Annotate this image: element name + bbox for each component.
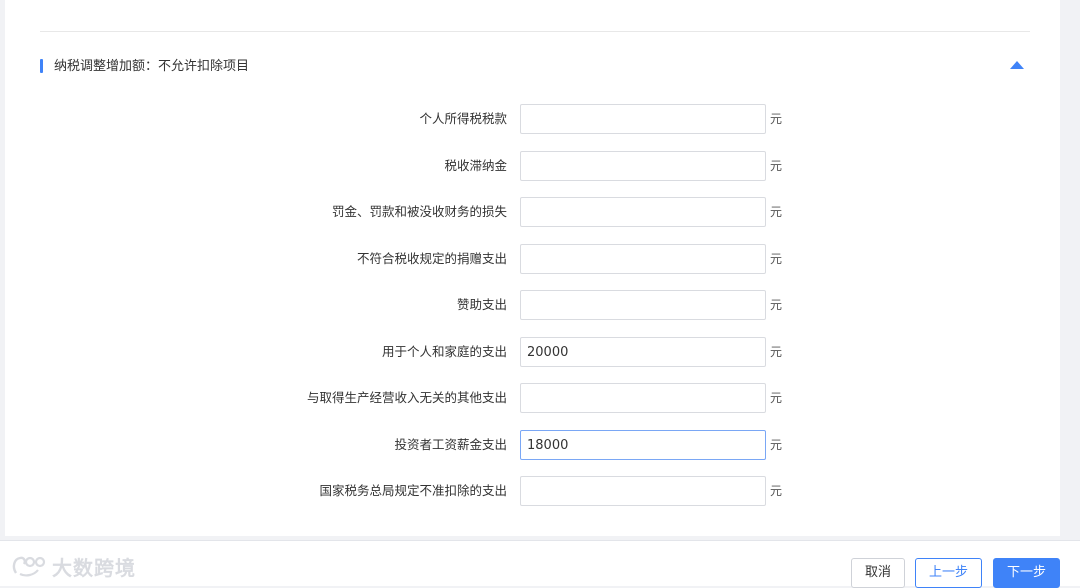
unit-label: 元 [770, 391, 783, 405]
unit-label: 元 [770, 205, 783, 219]
field-label: 与取得生产经营收入无关的其他支出 [306, 390, 507, 405]
section-header: 纳税调整增加额：不允许扣除项目 [40, 58, 1030, 76]
field-label: 税收滞纳金 [444, 158, 507, 173]
donation-input[interactable] [520, 244, 766, 274]
unrelated-expenses-input[interactable] [520, 383, 766, 413]
watermark-text: 大数跨境 [52, 555, 136, 580]
watermark-logo-icon [12, 556, 46, 577]
field-label: 用于个人和家庭的支出 [381, 344, 507, 359]
section-accent-bar [40, 59, 43, 73]
watermark: 大数跨境 [10, 553, 136, 580]
form-card: 纳税调整增加额：不允许扣除项目 个人所得税税款 元 税收滞纳金 元 罚金、罚款和… [5, 0, 1060, 536]
field-label: 个人所得税税款 [419, 111, 507, 126]
previous-step-button[interactable]: 上一步 [915, 558, 982, 588]
unit-label: 元 [770, 484, 783, 498]
form-row-non-deductible: 国家税务总局规定不准扣除的支出 元 [5, 476, 1060, 506]
field-label: 罚金、罚款和被没收财务的损失 [331, 204, 507, 219]
form-row-unrelated-expenses: 与取得生产经营收入无关的其他支出 元 [5, 383, 1060, 413]
unit-label: 元 [770, 345, 783, 359]
unit-label: 元 [770, 298, 783, 312]
unit-label: 元 [770, 438, 783, 452]
section-title: 纳税调整增加额：不允许扣除项目 [54, 59, 250, 74]
divider [40, 31, 1030, 32]
non-deductible-input[interactable] [520, 476, 766, 506]
form-row-fines: 罚金、罚款和被没收财务的损失 元 [5, 197, 1060, 227]
cancel-button[interactable]: 取消 [851, 558, 905, 588]
field-label: 赞助支出 [456, 297, 507, 312]
investor-salary-input[interactable] [520, 430, 766, 460]
personal-family-input[interactable] [520, 337, 766, 367]
sponsorship-input[interactable] [520, 290, 766, 320]
form-row-donation: 不符合税收规定的捐赠支出 元 [5, 244, 1060, 274]
collapse-up-icon[interactable] [1010, 61, 1024, 69]
form-row-late-fee: 税收滞纳金 元 [5, 151, 1060, 181]
income-tax-input[interactable] [520, 104, 766, 134]
next-step-button[interactable]: 下一步 [993, 558, 1060, 588]
field-label: 不符合税收规定的捐赠支出 [356, 251, 507, 266]
form-row-sponsorship: 赞助支出 元 [5, 290, 1060, 320]
footer-bar: 大数跨境 取消 上一步 下一步 [0, 540, 1080, 588]
unit-label: 元 [770, 112, 783, 126]
unit-label: 元 [770, 159, 783, 173]
field-label: 投资者工资薪金支出 [394, 437, 507, 452]
late-fee-input[interactable] [520, 151, 766, 181]
field-label: 国家税务总局规定不准扣除的支出 [319, 483, 507, 498]
form-row-personal-family: 用于个人和家庭的支出 元 [5, 337, 1060, 367]
unit-label: 元 [770, 252, 783, 266]
fines-input[interactable] [520, 197, 766, 227]
form-row-income-tax: 个人所得税税款 元 [5, 104, 1060, 134]
form-row-investor-salary: 投资者工资薪金支出 元 [5, 430, 1060, 460]
